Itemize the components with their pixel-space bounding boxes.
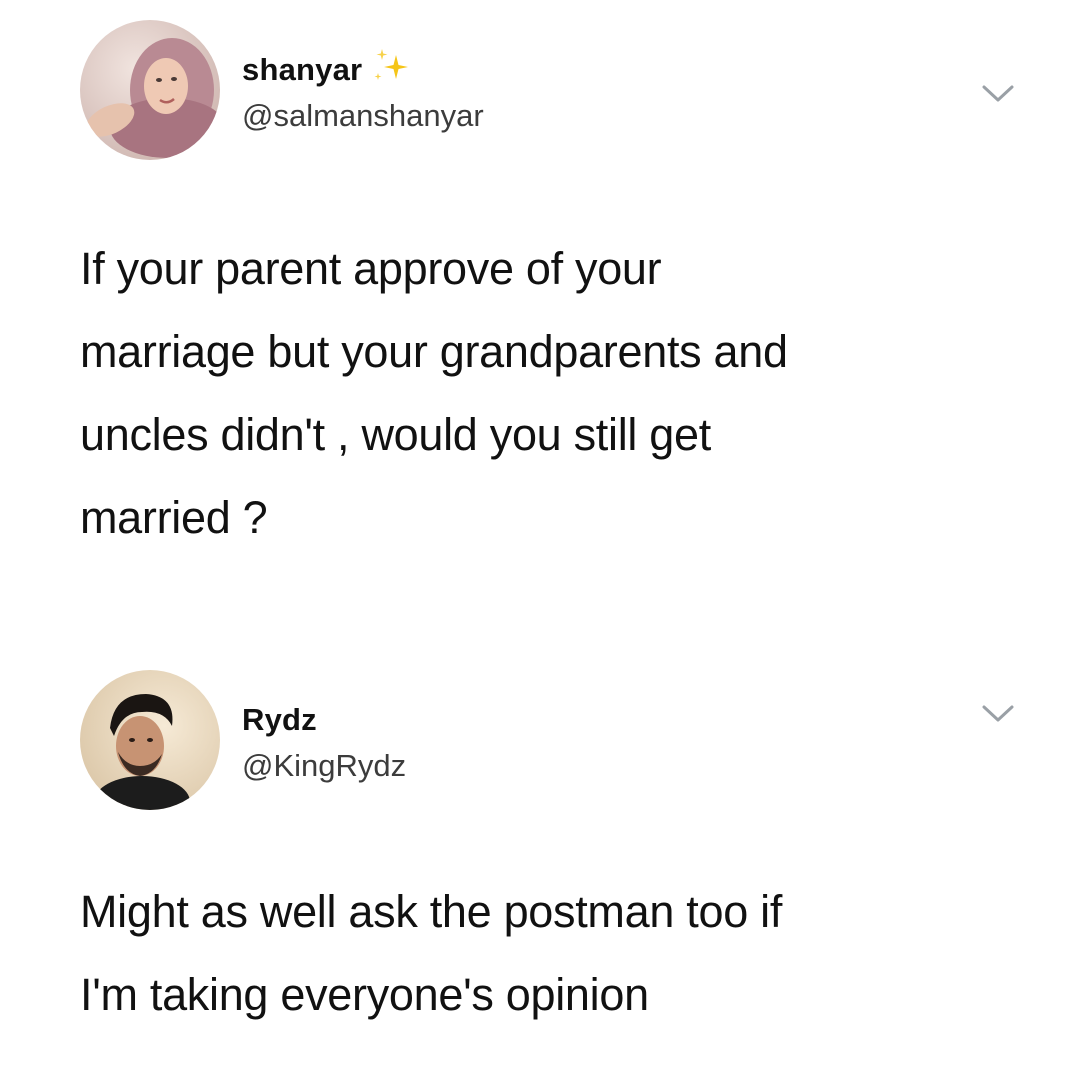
- tweet-text-line: uncles didn't , would you still get: [80, 409, 711, 460]
- sparkle-icon: [370, 49, 414, 87]
- tweet-text: Might as well ask the postman too if I'm…: [80, 870, 1040, 1036]
- tweet-text-line: Might as well ask the postman too if: [80, 886, 783, 937]
- tweet-rydz: Rydz @KingRydz Might as well ask the pos…: [0, 640, 1080, 1080]
- display-name[interactable]: shanyar: [242, 52, 362, 88]
- name-row: Rydz: [242, 702, 317, 738]
- avatar-rydz[interactable]: [80, 670, 220, 810]
- tweet-shanyar: shanyar @salmanshanyar If your parent ap…: [0, 0, 1080, 600]
- display-name[interactable]: Rydz: [242, 702, 317, 738]
- chevron-down-icon[interactable]: [978, 702, 1018, 726]
- tweet-text-line: marriage but your grandparents and: [80, 326, 788, 377]
- user-handle[interactable]: @KingRydz: [242, 748, 406, 784]
- avatar-photo: [80, 670, 220, 810]
- name-row: shanyar: [242, 49, 414, 88]
- avatar-photo: [80, 20, 220, 160]
- tweet-text-line: If your parent approve of your: [80, 243, 662, 294]
- chevron-down-icon[interactable]: [978, 82, 1018, 106]
- avatar-shanyar[interactable]: [80, 20, 220, 160]
- tweet-text: If your parent approve of your marriage …: [80, 227, 1040, 559]
- tweet-text-line: I'm taking everyone's opinion: [80, 969, 649, 1020]
- user-handle[interactable]: @salmanshanyar: [242, 98, 484, 134]
- tweet-text-line: married ?: [80, 492, 268, 543]
